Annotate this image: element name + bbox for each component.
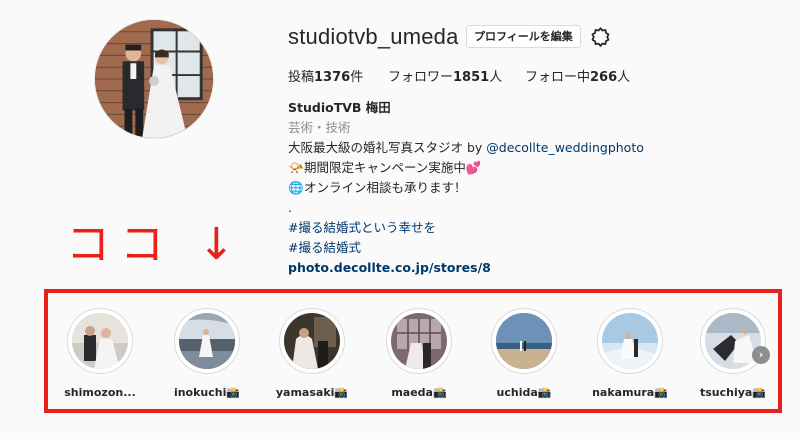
stat-following-suffix: 人	[617, 70, 631, 85]
highlight-label: tsuchiya📸	[699, 386, 767, 399]
bio-name: StudioTVB 梅田	[288, 100, 391, 115]
stat-followers-suffix: 人	[489, 70, 503, 85]
annotation-label: ココ ↓	[66, 219, 245, 270]
profile-username: studiotvb_umeda	[288, 24, 459, 49]
gear-icon[interactable]	[590, 26, 611, 47]
highlight-label: shimozon...	[64, 386, 136, 399]
bio-hashtag-2[interactable]: #撮る結婚式	[288, 238, 644, 258]
stat-followers-label: フォロワー	[388, 70, 454, 85]
highlight-label: inokuchi📸	[173, 386, 241, 399]
bio-category: 芸術・技術	[288, 120, 351, 135]
hearts-icon: 💕	[465, 160, 482, 175]
bio-line-3: 🌐 オンライン相談も承ります！	[288, 178, 644, 198]
highlight-ring	[67, 308, 133, 374]
bio-line-1-text: 大阪最大級の婚礼写真スタジオ by	[288, 140, 487, 155]
highlight-ring	[174, 308, 240, 374]
stat-posts-count: 1376	[314, 70, 351, 85]
stat-following-count: 266	[590, 70, 618, 85]
stat-followers[interactable]: フォロワー1851人	[388, 66, 502, 85]
stat-following[interactable]: フォロー中266人	[525, 66, 630, 85]
stat-followers-count: 1851	[453, 70, 490, 85]
highlight-label: yamasaki📸	[275, 386, 349, 399]
highlight-ring	[386, 308, 452, 374]
edit-profile-button[interactable]: プロフィールを編集	[466, 25, 581, 48]
highlight-ring	[700, 308, 766, 374]
chevron-right-icon[interactable]: ›	[752, 346, 770, 364]
stat-posts: 投稿1376件	[288, 66, 363, 85]
bio-line-2: 📯 期間限定キャンペーン実施中💕	[288, 158, 644, 178]
bio-line-4: .	[288, 200, 292, 215]
profile-bio: StudioTVB 梅田 芸術・技術 大阪最大級の婚礼写真スタジオ by @de…	[288, 98, 644, 278]
highlight-cover	[496, 313, 552, 369]
highlight-cover	[602, 313, 658, 369]
avatar-photo	[95, 20, 213, 138]
highlight-cover	[72, 313, 128, 369]
stat-posts-suffix: 件	[350, 70, 364, 85]
bio-mention-link[interactable]: @decollte_weddingphoto	[486, 140, 644, 155]
highlight-cover	[179, 313, 235, 369]
highlight-label: uchida📸	[496, 386, 552, 399]
highlight-ring	[597, 308, 663, 374]
profile-page: studiotvb_umeda プロフィールを編集 投稿1376件 フォロワー1…	[0, 0, 800, 439]
highlight-label: maeda📸	[391, 386, 447, 399]
profile-avatar[interactable]	[94, 19, 214, 139]
highlight-cover	[705, 313, 761, 369]
bio-line-3-text: オンライン相談も承ります！	[303, 180, 467, 195]
bio-line-1: 大阪最大級の婚礼写真スタジオ by @decollte_weddingphoto	[288, 138, 644, 158]
globe-icon: 🌐	[288, 180, 304, 195]
highlight-ring	[279, 308, 345, 374]
bio-hashtag-1[interactable]: #撮る結婚式という幸せを	[288, 218, 644, 238]
bio-website-link[interactable]: photo.decollte.co.jp/stores/8	[288, 258, 644, 278]
bio-line-2-text: 期間限定キャンペーン実施中	[303, 160, 466, 175]
stat-following-label: フォロー中	[525, 70, 591, 85]
highlight-cover	[391, 313, 447, 369]
highlight-cover	[284, 313, 340, 369]
stat-posts-label: 投稿	[288, 70, 315, 85]
trumpet-icon: 📯	[288, 160, 304, 175]
highlight-ring	[491, 308, 557, 374]
highlight-label: nakamura📸	[592, 386, 668, 399]
